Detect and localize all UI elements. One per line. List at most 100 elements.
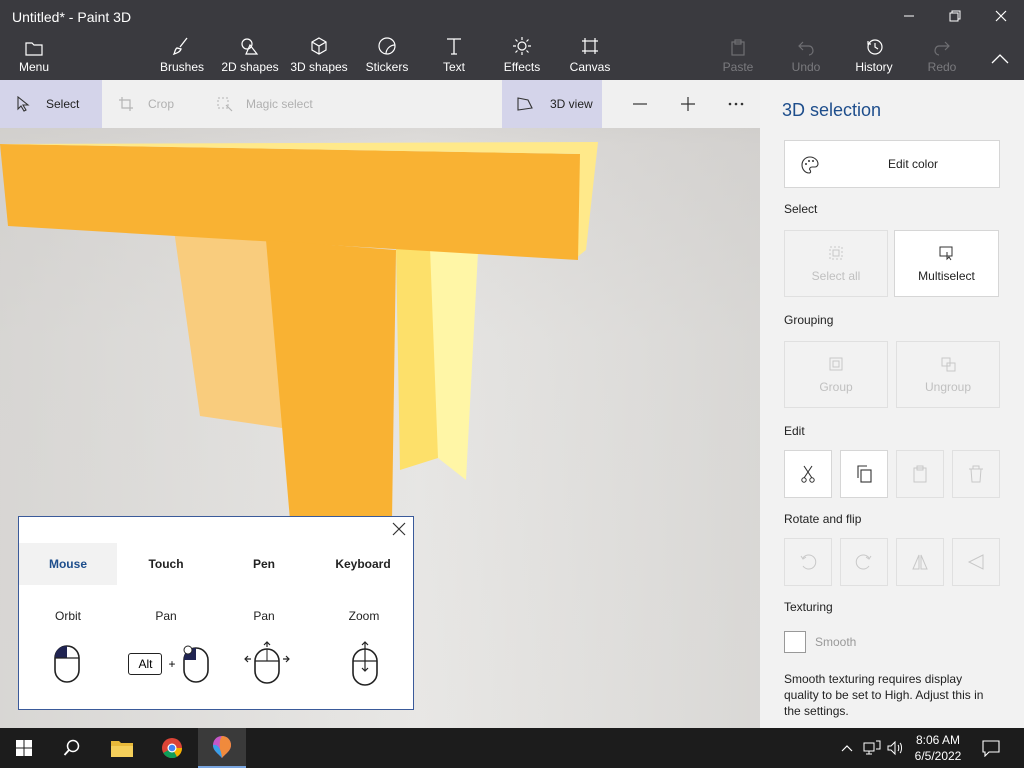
text-icon	[447, 38, 461, 55]
redo-icon	[934, 41, 950, 56]
select-tool[interactable]: Select	[0, 80, 102, 128]
tab-pen[interactable]: Pen	[215, 543, 313, 585]
close-icon	[995, 10, 1007, 22]
canvas-button[interactable]: Canvas	[566, 32, 614, 80]
zoom-in-button[interactable]	[674, 80, 702, 128]
title-bar: Untitled* - Paint 3D	[0, 0, 1024, 32]
zoom-label: Zoom	[348, 609, 380, 623]
file-explorer-button[interactable]	[98, 728, 146, 768]
taskbar: 8:06 AM 6/5/2022	[0, 728, 1024, 768]
navigation-help-popup: Mouse Touch Pen Keyboard Orbit Pan Pan Z…	[18, 516, 414, 710]
ribbon: Menu Brushes 2D shapes 3D shapes Sticker…	[0, 32, 1024, 80]
crop-icon	[119, 97, 133, 111]
rotate-left-icon	[800, 554, 817, 570]
action-center-button[interactable]	[968, 728, 1014, 768]
multiselect-button[interactable]: Multiselect	[894, 230, 999, 297]
search-button[interactable]	[48, 728, 96, 768]
brushes-button[interactable]: Brushes	[156, 32, 208, 80]
history-button[interactable]: History	[850, 32, 898, 80]
select-section-label: Select	[784, 202, 818, 216]
paint-3d-taskbar-button[interactable]	[198, 728, 246, 768]
rotate-right-icon	[855, 554, 872, 570]
group-icon	[829, 357, 843, 370]
text-button[interactable]: Text	[434, 32, 474, 80]
sticker-icon	[378, 37, 396, 55]
2d-shapes-icon	[241, 38, 259, 55]
cursor-arrow-icon	[17, 96, 30, 112]
mouse-drag-icon	[243, 639, 291, 689]
smooth-checkbox[interactable]	[784, 631, 806, 653]
network-button[interactable]	[860, 728, 884, 768]
stickers-button[interactable]: Stickers	[362, 32, 412, 80]
multiselect-icon	[939, 246, 952, 260]
tab-touch[interactable]: Touch	[117, 543, 215, 585]
select-all-button[interactable]: Select all	[784, 230, 888, 297]
texturing-section-label: Texturing	[784, 600, 833, 614]
ellipsis-icon	[728, 102, 744, 106]
start-button[interactable]	[0, 728, 48, 768]
tab-mouse[interactable]: Mouse	[19, 543, 117, 585]
plus-icon	[681, 97, 695, 111]
rotate-right-button[interactable]	[840, 538, 888, 586]
smooth-label: Smooth	[815, 635, 857, 649]
collapse-ribbon-button[interactable]	[984, 32, 1016, 80]
rotate-left-button[interactable]	[784, 538, 832, 586]
3d-view-toggle[interactable]: 3D view	[502, 80, 602, 128]
group-button[interactable]: Group	[784, 341, 888, 408]
window-title: Untitled* - Paint 3D	[12, 9, 132, 25]
pan-drag-label: Pan	[253, 609, 275, 623]
menu-button[interactable]: Menu	[12, 32, 56, 80]
close-help-button[interactable]	[391, 521, 409, 539]
zoom-out-button[interactable]	[626, 80, 654, 128]
undo-icon	[798, 41, 814, 56]
system-clock[interactable]: 8:06 AM 6/5/2022	[908, 732, 968, 764]
cut-button[interactable]	[784, 450, 832, 498]
select-all-icon	[829, 246, 843, 259]
alt-mouse-icon: Alt +	[127, 639, 211, 689]
restore-button[interactable]	[932, 0, 978, 32]
minimize-button[interactable]	[886, 0, 932, 32]
paste-button[interactable]: Paste	[718, 32, 758, 80]
2d-shapes-button[interactable]: 2D shapes	[220, 32, 280, 80]
show-hidden-icons-button[interactable]	[836, 728, 858, 768]
chevron-up-icon	[991, 54, 1009, 64]
3d-selection-panel: 3D selection Edit color Select Select al…	[760, 80, 1024, 728]
more-options-button[interactable]	[722, 80, 750, 128]
paste-panel-button[interactable]	[896, 450, 944, 498]
notification-icon	[982, 740, 1000, 757]
effects-button[interactable]: Effects	[500, 32, 544, 80]
scissors-icon	[801, 465, 815, 483]
minimize-icon	[904, 15, 914, 17]
restore-icon	[949, 10, 961, 22]
edit-color-button[interactable]: Edit color	[784, 140, 1000, 188]
3d-shapes-button[interactable]: 3D shapes	[288, 32, 350, 80]
rotate-flip-section-label: Rotate and flip	[784, 512, 862, 526]
selection-toolbar: Select Crop Magic select 3D view	[0, 80, 760, 128]
mouse-left-click-icon	[49, 639, 85, 689]
flip-vertical-button[interactable]	[952, 538, 1000, 586]
cube-icon	[311, 37, 327, 55]
grouping-section-label: Grouping	[784, 313, 834, 327]
delete-button[interactable]	[952, 450, 1000, 498]
tab-keyboard[interactable]: Keyboard	[313, 543, 413, 585]
canvas-icon	[582, 38, 598, 54]
brush-icon	[172, 37, 188, 56]
magic-select-tool[interactable]: Magic select	[216, 80, 336, 128]
crop-tool[interactable]: Crop	[118, 80, 198, 128]
chevron-up-icon	[841, 745, 853, 752]
history-icon	[867, 39, 883, 55]
copy-button[interactable]	[840, 450, 888, 498]
ungroup-icon	[941, 357, 956, 371]
palette-icon	[801, 156, 819, 174]
undo-button[interactable]: Undo	[786, 32, 826, 80]
volume-button[interactable]	[884, 728, 908, 768]
3d-view-icon	[517, 97, 533, 111]
copy-icon	[857, 465, 872, 483]
flip-horizontal-button[interactable]	[896, 538, 944, 586]
close-button[interactable]	[978, 0, 1024, 32]
redo-button[interactable]: Redo	[922, 32, 962, 80]
chrome-button[interactable]	[148, 728, 196, 768]
ungroup-button[interactable]: Ungroup	[896, 341, 1000, 408]
orbit-label: Orbit	[54, 609, 81, 623]
chrome-icon	[162, 738, 183, 759]
